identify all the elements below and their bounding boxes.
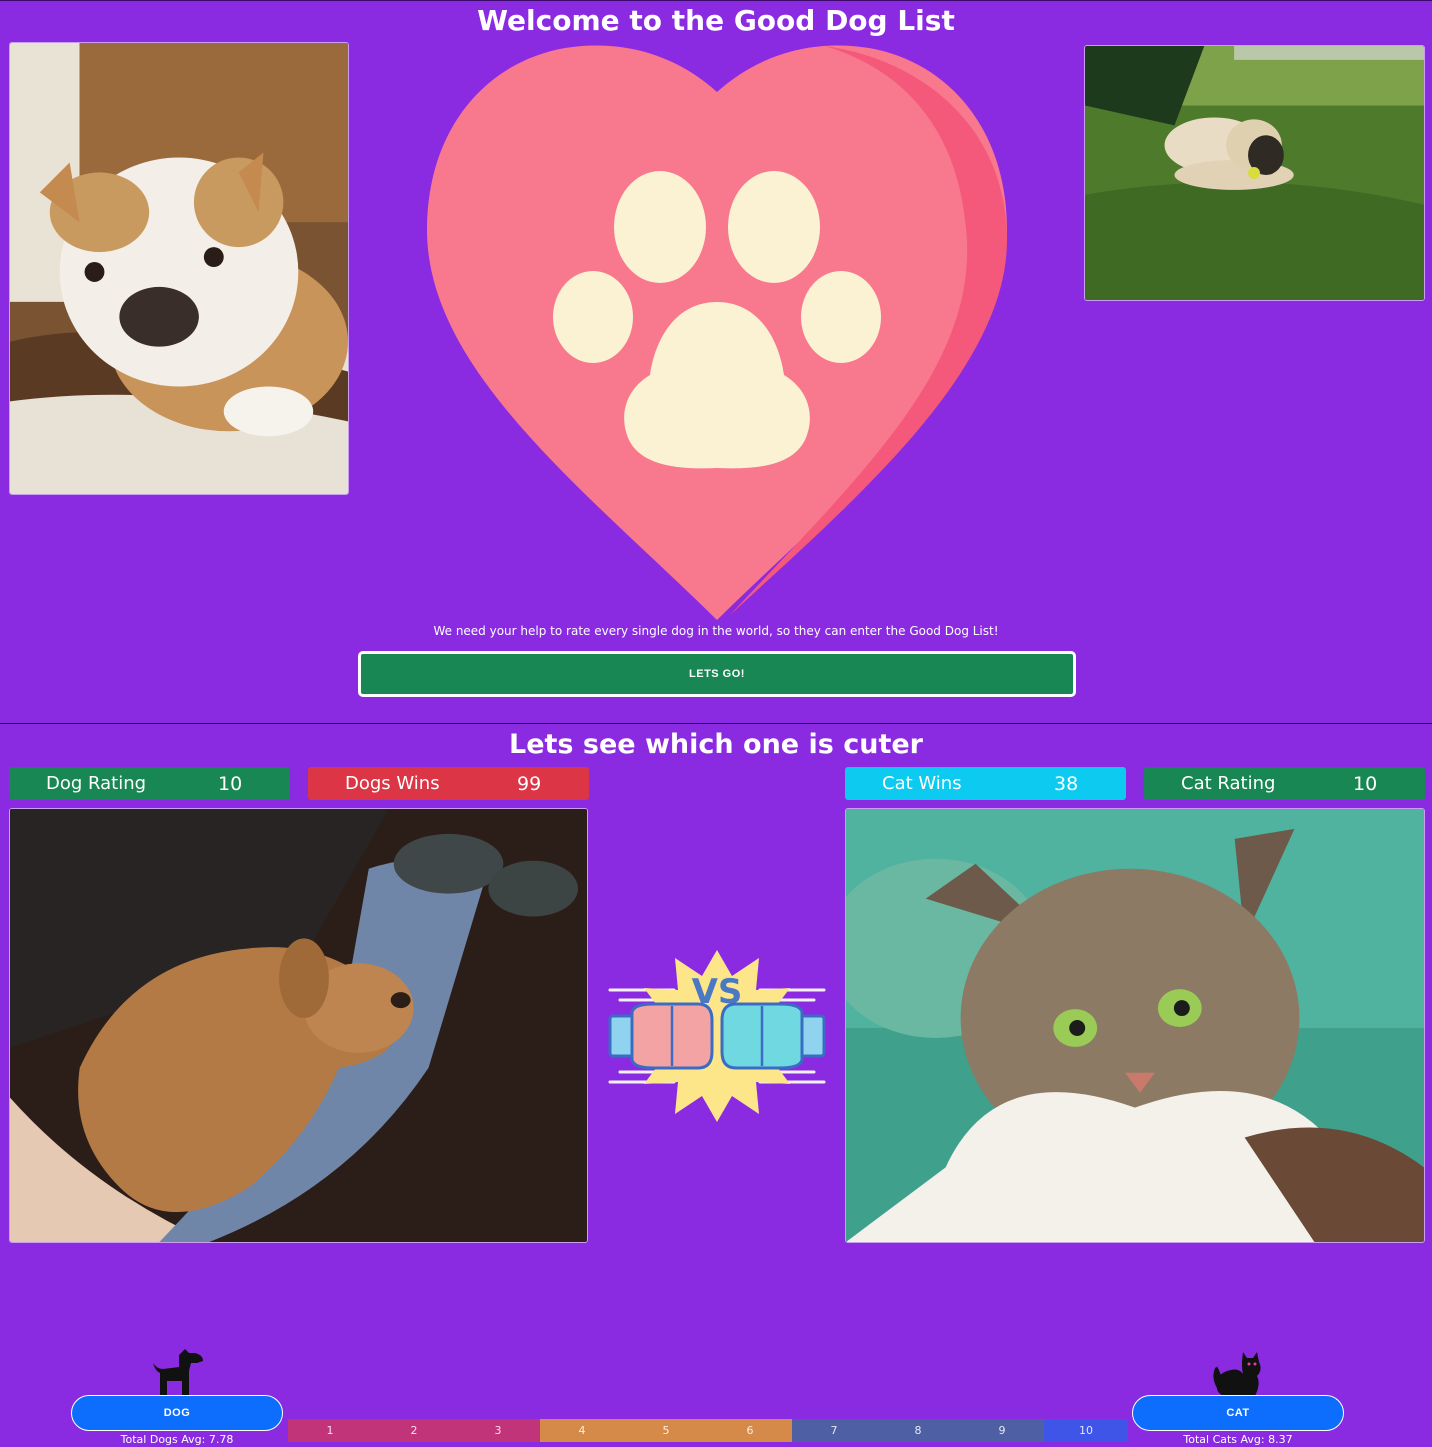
dog-wins-label: Dogs Wins <box>345 773 440 794</box>
cat-rating-value: 10 <box>1353 772 1378 795</box>
cat-wins-value: 38 <box>1054 772 1079 795</box>
lets-go-button[interactable]: LETS GO! <box>358 651 1076 697</box>
dog-wins-badge: Dogs Wins 99 <box>308 767 589 800</box>
cat-wins-label: Cat Wins <box>882 773 962 794</box>
rating-option-7[interactable]: 7 <box>792 1419 876 1442</box>
rating-option-8[interactable]: 8 <box>876 1419 960 1442</box>
rating-scale: 1 2 3 4 5 6 7 8 9 10 <box>288 1419 1128 1442</box>
dog-silhouette-icon <box>153 1349 203 1395</box>
bulldog-photo <box>9 42 349 495</box>
versus-title: Lets see which one is cuter <box>508 729 923 760</box>
hero-title: Welcome to the Good Dog List <box>477 4 955 37</box>
cat-rating-label: Cat Rating <box>1181 773 1276 794</box>
dog-vote-button[interactable]: DOG <box>71 1395 283 1431</box>
dog-rating-label: Dog Rating <box>46 773 147 794</box>
cat-average: Total Cats Avg: 8.37 <box>1183 1433 1293 1446</box>
cat-wins-badge: Cat Wins 38 <box>845 767 1126 800</box>
hero-description: We need your help to rate every single d… <box>433 624 999 638</box>
dog-on-grass-photo <box>1084 45 1425 301</box>
cat-contestant-photo[interactable] <box>845 808 1425 1243</box>
rating-option-10[interactable]: 10 <box>1044 1419 1128 1442</box>
boxing-gloves-vs-icon: VS <box>608 950 826 1122</box>
cat-vote-button[interactable]: CAT <box>1132 1395 1344 1431</box>
cat-rating-badge: Cat Rating 10 <box>1144 767 1425 800</box>
dog-contestant-photo[interactable] <box>9 808 588 1243</box>
dog-rating-badge: Dog Rating 10 <box>9 767 290 800</box>
top-border <box>0 0 1432 1</box>
rating-option-9[interactable]: 9 <box>960 1419 1044 1442</box>
rating-option-3[interactable]: 3 <box>456 1419 540 1442</box>
rating-option-6[interactable]: 6 <box>708 1419 792 1442</box>
section-divider <box>0 723 1432 724</box>
dog-wins-value: 99 <box>517 772 542 795</box>
rating-option-1[interactable]: 1 <box>288 1419 372 1442</box>
rating-option-4[interactable]: 4 <box>540 1419 624 1442</box>
rating-option-5[interactable]: 5 <box>624 1419 708 1442</box>
dog-rating-value: 10 <box>218 772 243 795</box>
dog-average: Total Dogs Avg: 7.78 <box>120 1433 234 1446</box>
cat-silhouette-icon <box>1213 1352 1261 1396</box>
rating-option-2[interactable]: 2 <box>372 1419 456 1442</box>
heart-paw-icon <box>427 45 1007 621</box>
